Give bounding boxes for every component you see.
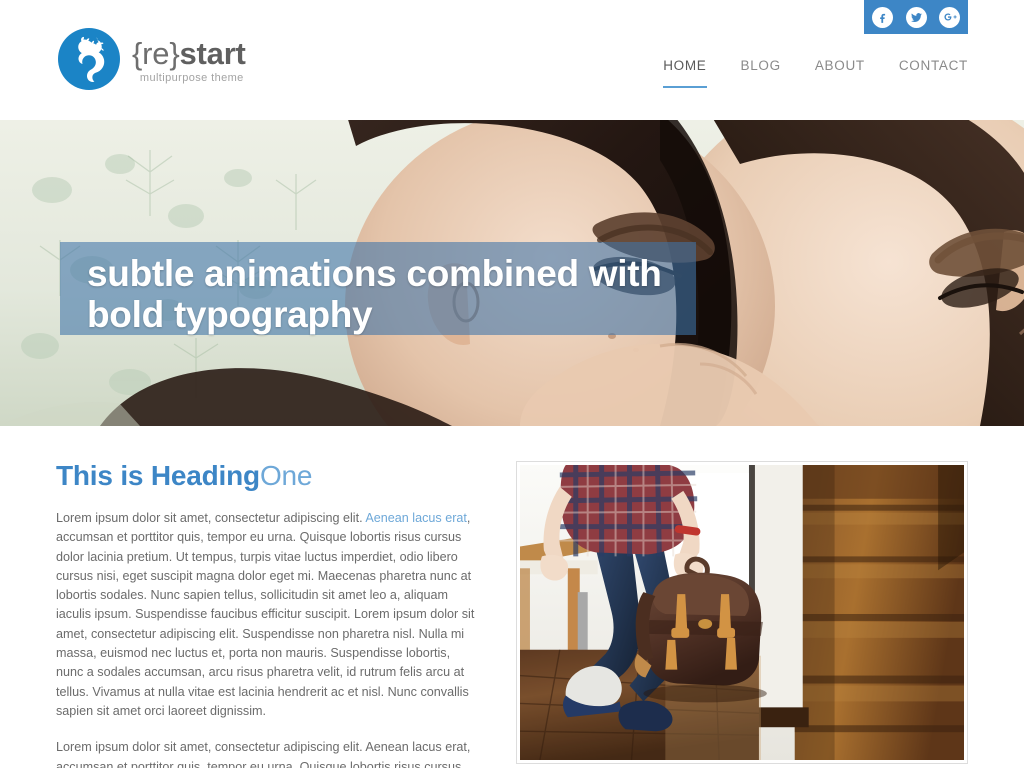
main-content: This is HeadingOne Lorem ipsum dolor sit… — [0, 426, 1024, 768]
paragraph-one-text-end: , accumsan et porttitor quis, tempor eu … — [56, 511, 475, 718]
brand-title: {re}start — [132, 35, 246, 71]
seahorse-logo-icon — [56, 26, 122, 92]
brand-title-bold: start — [179, 35, 246, 71]
content-column-left: This is HeadingOne Lorem ipsum dolor sit… — [56, 426, 476, 768]
brand-text: {re}start multipurpose theme — [132, 35, 246, 84]
social-links-bar — [864, 0, 968, 34]
brand-title-light: {re} — [132, 35, 180, 71]
hero-slider[interactable]: subtle animations combined with bold typ… — [0, 120, 1024, 426]
brand-logo[interactable]: {re}start multipurpose theme — [56, 26, 246, 92]
content-column-right — [516, 426, 968, 768]
nav-item-home[interactable]: HOME — [663, 58, 707, 88]
googleplus-icon[interactable] — [939, 6, 960, 28]
nav-item-contact[interactable]: CONTACT — [899, 58, 968, 88]
page-root: {re}start multipurpose theme HOME BLOG A… — [0, 0, 1024, 768]
paragraph-one: Lorem ipsum dolor sit amet, consectetur … — [56, 509, 476, 721]
page-title: This is HeadingOne — [56, 460, 476, 492]
page-title-bold: This is Heading — [56, 460, 260, 491]
twitter-icon[interactable] — [905, 6, 927, 28]
hero-title-box: subtle animations combined with bold typ… — [60, 242, 696, 335]
feature-image-frame — [516, 461, 968, 764]
paragraph-two: Lorem ipsum dolor sit amet, consectetur … — [56, 740, 471, 768]
paragraph-one-text-start: Lorem ipsum dolor sit amet, consectetur … — [56, 511, 366, 525]
nav-item-about[interactable]: ABOUT — [815, 58, 865, 88]
site-header: {re}start multipurpose theme HOME BLOG A… — [0, 0, 1024, 120]
aenean-lacus-erat-link[interactable]: Aenean lacus erat — [365, 511, 467, 525]
feature-photo — [520, 465, 964, 760]
hero-title: subtle animations combined with bold typ… — [87, 253, 662, 335]
facebook-icon[interactable] — [872, 6, 893, 28]
nav-item-blog[interactable]: BLOG — [741, 58, 781, 88]
page-title-light: One — [259, 460, 313, 491]
main-navigation: HOME BLOG ABOUT CONTACT — [663, 58, 968, 88]
brand-tagline: multipurpose theme — [139, 71, 244, 84]
